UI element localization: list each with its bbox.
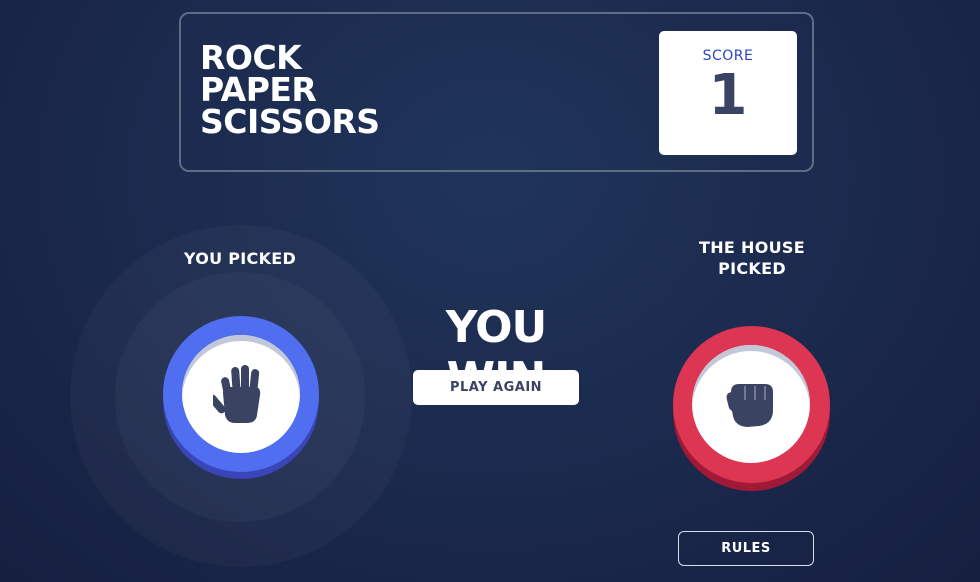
score-box: SCORE 1 xyxy=(659,31,797,155)
paper-hand-icon xyxy=(213,363,269,425)
game-title: ROCK PAPER SCISSORS xyxy=(200,41,380,141)
score-value: 1 xyxy=(708,63,748,128)
house-chip-face xyxy=(692,345,810,463)
play-again-button[interactable]: PLAY AGAIN xyxy=(413,370,579,405)
header: ROCK PAPER SCISSORS SCORE 1 xyxy=(179,12,814,172)
player-chip-face xyxy=(182,335,300,453)
house-rock-chip xyxy=(673,326,830,483)
rules-button[interactable]: RULES xyxy=(678,531,814,566)
rock-fist-icon xyxy=(725,380,777,428)
house-picked-label: THE HOUSE PICKED xyxy=(699,238,805,278)
score-label: SCORE xyxy=(702,48,754,64)
title-line-scissors: SCISSORS xyxy=(200,102,380,141)
player-paper-chip xyxy=(163,316,319,472)
